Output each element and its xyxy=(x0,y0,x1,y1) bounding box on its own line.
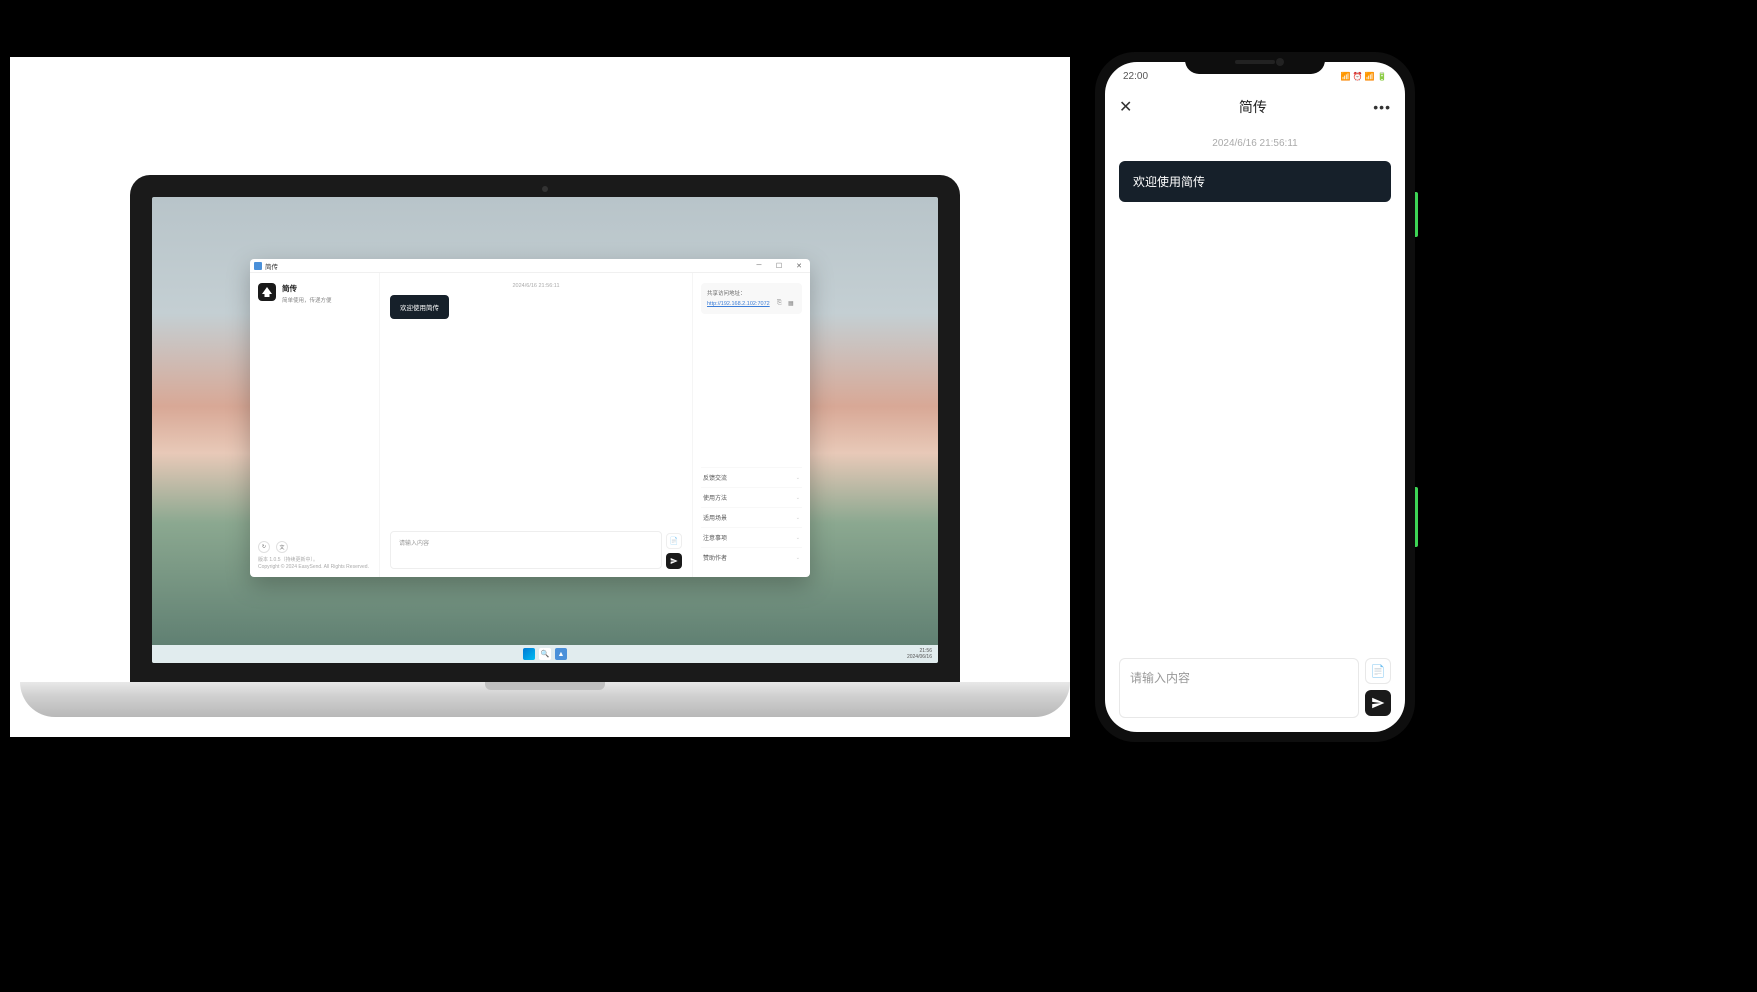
copyright-text: Copyright © 2024 EasySend. All Rights Re… xyxy=(258,564,371,571)
send-button[interactable] xyxy=(666,553,682,569)
status-icons: 📶 ⏰ 📶 🔋 xyxy=(1340,72,1387,81)
phone-mockup: 22:00 📶 ⏰ 📶 🔋 ✕ 简传 ••• 2024/6/16 21:56:1… xyxy=(1095,52,1415,742)
accordion-usage[interactable]: 使用方法⌄ xyxy=(701,487,802,507)
sidebar-icons: ↻ 文 xyxy=(258,537,371,557)
window-controls: ─ ☐ ✕ xyxy=(750,260,808,272)
chevron-down-icon: ⌄ xyxy=(796,555,800,561)
attach-button[interactable]: 📄 xyxy=(666,533,682,549)
minimize-button[interactable]: ─ xyxy=(750,260,768,272)
accordion-notes[interactable]: 注意事项⌄ xyxy=(701,527,802,547)
phone-timestamp: 2024/6/16 21:56:11 xyxy=(1119,138,1391,149)
more-icon[interactable]: ••• xyxy=(1373,99,1391,115)
language-icon[interactable]: 文 xyxy=(276,541,288,553)
phone-attach-button[interactable]: 📄 xyxy=(1365,658,1391,684)
window-title: 简传 xyxy=(265,261,750,271)
accordion-feedback[interactable]: 反馈交流⌄ xyxy=(701,467,802,487)
phone-side-button xyxy=(1415,192,1418,237)
timestamp: 2024/6/16 21:56:11 xyxy=(390,283,682,289)
input-row: 请输入内容 📄 xyxy=(390,531,682,569)
laptop-mockup: 简传 ─ ☐ ✕ 简传 简单使用，传递方便 xyxy=(10,57,1070,737)
version-text: 版本 1.0.5（持续更新中）。 xyxy=(258,557,371,564)
close-button[interactable]: ✕ xyxy=(790,260,808,272)
chevron-down-icon: ⌄ xyxy=(796,475,800,481)
accordion-scenarios[interactable]: 适用场景⌄ xyxy=(701,507,802,527)
laptop-camera xyxy=(542,186,548,192)
status-time: 22:00 xyxy=(1123,71,1148,82)
phone-title: 简传 xyxy=(1132,97,1373,117)
phone-side-button xyxy=(1415,487,1418,547)
phone-content: 2024/6/16 21:56:11 欢迎使用简传 xyxy=(1105,124,1405,648)
share-box: 共享访问地址： http://192.168.2.102:7072 ⎘ ▦ xyxy=(701,283,802,314)
taskbar: 🔍 ▲ 21:56 2024/06/16 xyxy=(152,645,938,663)
taskbar-app-icon[interactable]: ▲ xyxy=(555,648,567,660)
phone-camera xyxy=(1276,58,1284,66)
app-window: 简传 ─ ☐ ✕ 简传 简单使用，传递方便 xyxy=(250,259,810,577)
chevron-down-icon: ⌄ xyxy=(796,535,800,541)
share-label: 共享访问地址： xyxy=(707,289,796,297)
phone-screen: 22:00 📶 ⏰ 📶 🔋 ✕ 简传 ••• 2024/6/16 21:56:1… xyxy=(1105,62,1405,732)
chevron-down-icon: ⌄ xyxy=(796,495,800,501)
app-logo xyxy=(258,283,276,301)
sidebar: 简传 简单使用，传递方便 ↻ 文 版本 1.0.5（持续更新中）。 Copyri… xyxy=(250,273,380,577)
app-body: 简传 简单使用，传递方便 ↻ 文 版本 1.0.5（持续更新中）。 Copyri… xyxy=(250,273,810,577)
accordion-sponsor[interactable]: 赞助作者⌄ xyxy=(701,547,802,567)
laptop-base xyxy=(20,682,1070,717)
main-panel: 2024/6/16 21:56:11 欢迎使用简传 请输入内容 📄 xyxy=(380,273,692,577)
search-icon[interactable]: 🔍 xyxy=(539,648,551,660)
welcome-message: 欢迎使用简传 xyxy=(390,295,449,319)
chevron-down-icon: ⌄ xyxy=(796,515,800,521)
taskbar-clock[interactable]: 21:56 2024/06/16 xyxy=(907,648,932,660)
send-icon xyxy=(670,557,678,565)
laptop-bezel: 简传 ─ ☐ ✕ 简传 简单使用，传递方便 xyxy=(130,175,960,685)
sidebar-subtitle: 简单使用，传递方便 xyxy=(282,296,332,304)
app-icon xyxy=(254,262,262,270)
laptop-screen: 简传 ─ ☐ ✕ 简传 简单使用，传递方便 xyxy=(152,197,938,663)
phone-welcome-message: 欢迎使用简传 xyxy=(1119,161,1391,202)
refresh-icon[interactable]: ↻ xyxy=(258,541,270,553)
copy-icon[interactable]: ⎘ xyxy=(777,300,785,308)
send-icon xyxy=(1371,696,1385,710)
phone-input-area: 请输入内容 📄 xyxy=(1105,648,1405,732)
maximize-button[interactable]: ☐ xyxy=(770,260,788,272)
phone-send-button[interactable] xyxy=(1365,690,1391,716)
sidebar-title: 简传 xyxy=(282,283,332,294)
sidebar-header: 简传 简单使用，传递方便 xyxy=(258,283,371,304)
right-panel: 共享访问地址： http://192.168.2.102:7072 ⎘ ▦ 反馈… xyxy=(692,273,810,577)
share-url[interactable]: http://192.168.2.102:7072 xyxy=(707,301,774,307)
window-titlebar: 简传 ─ ☐ ✕ xyxy=(250,259,810,273)
phone-notch xyxy=(1185,52,1325,74)
sidebar-footer: 版本 1.0.5（持续更新中）。 Copyright © 2024 EasySe… xyxy=(258,557,371,571)
phone-speaker xyxy=(1235,60,1275,64)
message-input[interactable]: 请输入内容 xyxy=(390,531,662,569)
close-icon[interactable]: ✕ xyxy=(1119,97,1132,117)
laptop-hinge-notch xyxy=(485,682,605,690)
phone-header: ✕ 简传 ••• xyxy=(1105,90,1405,124)
qrcode-icon[interactable]: ▦ xyxy=(788,300,796,308)
start-button[interactable] xyxy=(523,648,535,660)
phone-message-input[interactable]: 请输入内容 xyxy=(1119,658,1359,718)
